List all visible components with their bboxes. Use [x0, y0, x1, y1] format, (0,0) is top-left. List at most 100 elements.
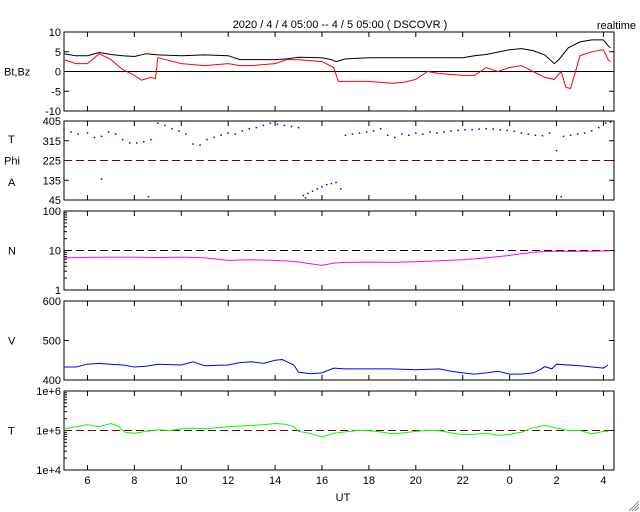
data-point	[422, 133, 424, 135]
y-tick-label: 315	[43, 136, 61, 148]
realtime-label: realtime	[597, 20, 636, 32]
data-point	[290, 125, 293, 128]
data-point	[464, 129, 466, 131]
series-n-line	[63, 250, 611, 266]
y-tick-label: 0	[55, 67, 61, 79]
data-point	[93, 136, 96, 139]
y-tick-label: -5	[51, 86, 61, 98]
data-point	[302, 194, 304, 197]
data-point	[534, 134, 537, 137]
series-bt-line	[63, 39, 611, 65]
data-point	[283, 124, 286, 127]
x-tick-label: 0	[507, 475, 513, 487]
y-tick-label: 1e+6	[36, 386, 61, 398]
data-point	[583, 132, 586, 134]
data-point	[393, 136, 396, 139]
data-point	[506, 129, 509, 132]
x-tick-label: 12	[222, 475, 234, 487]
data-point	[192, 143, 194, 145]
data-point	[457, 129, 459, 132]
data-point	[255, 126, 258, 129]
data-point	[351, 133, 354, 135]
data-point	[128, 142, 131, 144]
data-point	[344, 134, 347, 137]
y-tick-label: 500	[43, 336, 61, 348]
data-point	[171, 127, 173, 130]
x-tick-label: 10	[175, 475, 187, 487]
data-point	[185, 133, 187, 135]
series-bz-line	[63, 49, 611, 90]
data-point	[372, 130, 375, 132]
data-point	[213, 136, 215, 139]
data-point	[330, 182, 333, 185]
y-axis-label: Phi	[4, 156, 20, 168]
data-point	[520, 132, 523, 134]
data-point	[358, 132, 361, 134]
y-tick-label: 405	[43, 116, 61, 128]
data-point	[304, 197, 307, 199]
y-tick-label: 100	[43, 206, 61, 218]
data-point	[135, 142, 138, 144]
data-point	[576, 133, 579, 135]
data-point	[297, 126, 300, 129]
y-tick-label: 1e+4	[36, 465, 61, 477]
data-point	[234, 133, 236, 135]
data-point	[443, 131, 445, 133]
data-point	[379, 127, 382, 130]
data-point	[408, 134, 410, 137]
data-point	[227, 132, 229, 134]
data-point	[609, 121, 612, 123]
data-point	[436, 132, 438, 134]
data-point	[316, 188, 319, 190]
data-point	[527, 133, 530, 135]
data-point	[311, 190, 314, 192]
y-axis-label: T	[8, 134, 15, 146]
x-tick-label: 2	[553, 475, 559, 487]
y-tick-label: 10	[49, 27, 61, 39]
data-point	[429, 131, 431, 133]
panel-velocity: 600500400V	[8, 296, 615, 387]
plot-frame	[63, 120, 615, 201]
data-point	[307, 192, 309, 195]
data-point	[415, 132, 417, 134]
data-point	[340, 188, 342, 190]
plot-frame	[63, 390, 615, 471]
plot-frame	[63, 210, 615, 291]
data-point	[100, 135, 103, 138]
data-point	[492, 128, 494, 130]
data-point	[121, 138, 124, 141]
data-point	[450, 130, 452, 132]
data-point	[471, 129, 473, 131]
y-axis-label: V	[8, 336, 16, 348]
data-point	[147, 195, 150, 198]
y-tick-label: 5	[55, 47, 61, 59]
data-point	[548, 132, 551, 134]
data-point	[241, 130, 244, 132]
data-point	[77, 133, 79, 135]
data-point	[562, 135, 565, 138]
y-axis-label: Bt,Bz	[4, 67, 30, 79]
data-point	[321, 186, 323, 188]
panel-temperature: 1e+6 1e+5 1e+4 T	[8, 386, 615, 477]
data-point	[541, 134, 544, 137]
data-point	[560, 195, 562, 198]
data-point	[100, 178, 103, 180]
data-point	[206, 138, 208, 141]
data-point	[499, 129, 501, 131]
data-point	[199, 144, 201, 146]
data-point	[590, 130, 593, 132]
data-point	[150, 138, 152, 141]
data-point	[178, 130, 180, 132]
solar-wind-chart: 2020 / 4 / 4 05:00 -- 4 / 5 05:00 ( DSCO…	[4, 19, 640, 512]
x-tick-label: 8	[131, 475, 137, 487]
data-point	[86, 132, 89, 134]
data-point	[335, 181, 337, 184]
resize-grip-icon[interactable]	[628, 500, 640, 512]
data-point	[365, 131, 368, 133]
y-tick-label: 135	[43, 175, 61, 187]
data-point	[114, 133, 117, 135]
panel-phi-angle: 40531522513545TPhiA	[4, 116, 615, 207]
data-point	[220, 134, 222, 137]
x-tick-label: 20	[410, 475, 422, 487]
x-tick-label: 14	[269, 475, 281, 487]
